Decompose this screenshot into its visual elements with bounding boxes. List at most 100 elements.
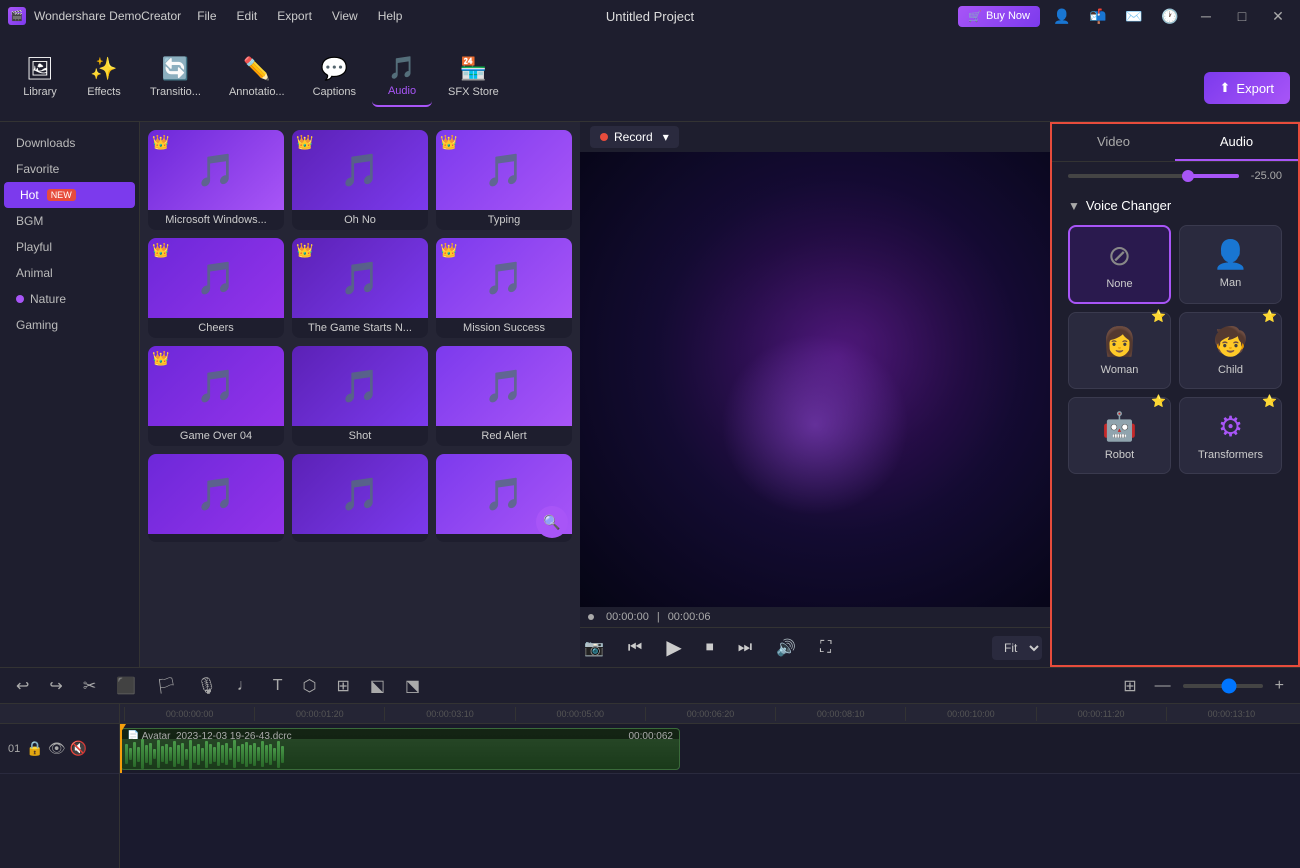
- toolbar-sfxstore[interactable]: 🏪 SFX Store: [436, 48, 511, 106]
- record-label: Record: [614, 130, 653, 144]
- audio-card-7[interactable]: 👑 🎵 Game Over 04: [148, 346, 284, 446]
- clock-icon[interactable]: 🕐: [1156, 5, 1184, 27]
- fit-dropdown[interactable]: Fit: [992, 636, 1042, 660]
- sidebar-item-gaming[interactable]: Gaming: [0, 312, 139, 338]
- audio-card-3[interactable]: 👑 🎵 Typing: [436, 130, 572, 230]
- undo-button[interactable]: ↩: [10, 673, 35, 699]
- audio-thumb-5: 👑 🎵: [292, 238, 428, 318]
- fullscreen-button[interactable]: ⛶: [816, 635, 835, 661]
- zoom-in-button[interactable]: +: [1269, 674, 1290, 698]
- audio-label-4: Cheers: [148, 318, 284, 338]
- hot-badge: NEW: [47, 189, 76, 201]
- export-button[interactable]: ⬆ Export: [1204, 72, 1290, 104]
- lock-icon[interactable]: 🔒: [26, 740, 43, 757]
- audio-thumb-1: 👑 🎵: [148, 130, 284, 210]
- clip-waveform: [121, 739, 679, 769]
- audio-card-9[interactable]: 🎵 Red Alert: [436, 346, 572, 446]
- toolbar-captions[interactable]: 💬 Captions: [301, 48, 368, 106]
- sidebar-item-downloads[interactable]: Downloads: [0, 130, 139, 156]
- sidebar-item-nature[interactable]: Nature: [0, 286, 139, 312]
- toolbar-annotations[interactable]: ✏️ Annotatio...: [217, 48, 297, 106]
- toolbar-audio[interactable]: 🎵 Audio: [372, 47, 432, 107]
- volume-button[interactable]: 🔊: [772, 634, 800, 662]
- marker-button[interactable]: 🏳: [150, 673, 182, 699]
- voice-card-man[interactable]: 👤 Man: [1179, 225, 1282, 304]
- audio-card-6[interactable]: 👑 🎵 Mission Success: [436, 238, 572, 338]
- stop-button[interactable]: ⏹: [702, 635, 718, 661]
- mute-icon[interactable]: 🔇: [69, 740, 86, 757]
- search-overlay-button[interactable]: 🔍: [536, 506, 568, 538]
- voice-grid: ⊘ None 👤 Man ⭐ 👩 Woman ⭐ 🧒: [1068, 225, 1282, 474]
- redo-button[interactable]: ↪: [43, 673, 68, 699]
- collapse-arrow-icon[interactable]: ▼: [1068, 199, 1080, 213]
- eye-icon[interactable]: 👁: [48, 740, 66, 757]
- audio-card-5[interactable]: 👑 🎵 The Game Starts N...: [292, 238, 428, 338]
- crown-icon-2: 👑: [296, 134, 313, 151]
- audio-card-11[interactable]: 🎵: [292, 454, 428, 542]
- sidebar-item-bgm[interactable]: BGM: [0, 208, 139, 234]
- export-label: Export: [1236, 81, 1274, 96]
- wave-bar: [193, 746, 196, 763]
- group-button[interactable]: ⬕: [364, 673, 391, 699]
- zoom-slider[interactable]: [1183, 684, 1263, 688]
- maximize-button[interactable]: □: [1228, 5, 1256, 27]
- voice-card-none[interactable]: ⊘ None: [1068, 225, 1171, 304]
- fast-forward-button[interactable]: ⏭: [734, 635, 756, 661]
- clip-block-1[interactable]: 📄 Avatar_2023-12-03 19-26-43.dcrc 00:00:…: [120, 728, 680, 770]
- menu-help[interactable]: Help: [370, 7, 411, 25]
- text-button[interactable]: T: [267, 674, 289, 698]
- sidebar-item-animal[interactable]: Animal: [0, 260, 139, 286]
- minimize-button[interactable]: ─: [1192, 5, 1220, 27]
- volume-slider-thumb[interactable]: [1182, 170, 1194, 182]
- rewind-button[interactable]: ⏮: [624, 635, 646, 661]
- record-audio-button[interactable]: 🎙: [190, 673, 222, 699]
- screenshot-capture-button[interactable]: 📷: [580, 634, 608, 662]
- audio-card-1[interactable]: 👑 🎵 Microsoft Windows...: [148, 130, 284, 230]
- audio-card-4[interactable]: 👑 🎵 Cheers: [148, 238, 284, 338]
- voice-card-woman[interactable]: ⭐ 👩 Woman: [1068, 312, 1171, 389]
- audio-card-8[interactable]: 🎵 Shot: [292, 346, 428, 446]
- toolbar-library[interactable]: 🖼 Library: [10, 48, 70, 106]
- playhead[interactable]: [120, 724, 122, 773]
- play-button[interactable]: ▶: [662, 631, 685, 664]
- child-premium-icon: ⭐: [1262, 309, 1277, 323]
- toolbar-effects[interactable]: ✨ Effects: [74, 48, 134, 106]
- menu-edit[interactable]: Edit: [229, 7, 266, 25]
- volume-slider-track[interactable]: [1068, 174, 1239, 178]
- buy-now-button[interactable]: 🛒 Buy Now: [958, 6, 1040, 27]
- ruler-mark-6: 00:00:10:00: [905, 707, 1035, 721]
- menu-export[interactable]: Export: [269, 7, 320, 25]
- sfxstore-label: SFX Store: [448, 86, 499, 98]
- audio-card-12[interactable]: 🎵 🔍: [436, 454, 572, 542]
- crop-button[interactable]: ⊞: [331, 673, 356, 699]
- voice-card-child[interactable]: ⭐ 🧒 Child: [1179, 312, 1282, 389]
- menu-view[interactable]: View: [324, 7, 366, 25]
- voice-card-robot[interactable]: ⭐ 🤖 Robot: [1068, 397, 1171, 474]
- split-button[interactable]: ✂: [77, 673, 102, 699]
- audio-card-2[interactable]: 👑 🎵 Oh No: [292, 130, 428, 230]
- close-button[interactable]: ✕: [1264, 5, 1292, 27]
- messages-icon[interactable]: ✉️: [1120, 5, 1148, 27]
- music-icon-5: 🎵: [340, 259, 380, 297]
- toolbar-transitions[interactable]: 🔄 Transitio...: [138, 48, 213, 106]
- menu-file[interactable]: File: [189, 7, 224, 25]
- notifications-icon[interactable]: 📬: [1084, 5, 1112, 27]
- crown-icon-5: 👑: [296, 242, 313, 259]
- tab-video[interactable]: Video: [1052, 124, 1175, 161]
- audio-card-10[interactable]: 🎵: [148, 454, 284, 542]
- user-icon[interactable]: 👤: [1048, 5, 1076, 27]
- beat-button[interactable]: ♩: [231, 674, 259, 698]
- sidebar-item-hot[interactable]: Hot NEW: [4, 182, 135, 208]
- motion-button[interactable]: ⬡: [297, 673, 323, 699]
- sidebar-item-favorite[interactable]: Favorite: [0, 156, 139, 182]
- trim-button[interactable]: ⬛: [110, 673, 142, 699]
- voice-card-transformers[interactable]: ⭐ ⚙ Transformers: [1179, 397, 1282, 474]
- zoom-out-button[interactable]: —: [1149, 674, 1177, 698]
- wave-bar: [189, 740, 192, 769]
- sidebar-item-playful[interactable]: Playful: [0, 234, 139, 260]
- record-button[interactable]: Record ▾: [590, 126, 679, 148]
- timeline-expand-button[interactable]: ⊞: [1117, 673, 1142, 699]
- ungroup-button[interactable]: ⬔: [399, 673, 426, 699]
- tab-audio[interactable]: Audio: [1175, 124, 1298, 161]
- audio-label: Audio: [388, 85, 416, 97]
